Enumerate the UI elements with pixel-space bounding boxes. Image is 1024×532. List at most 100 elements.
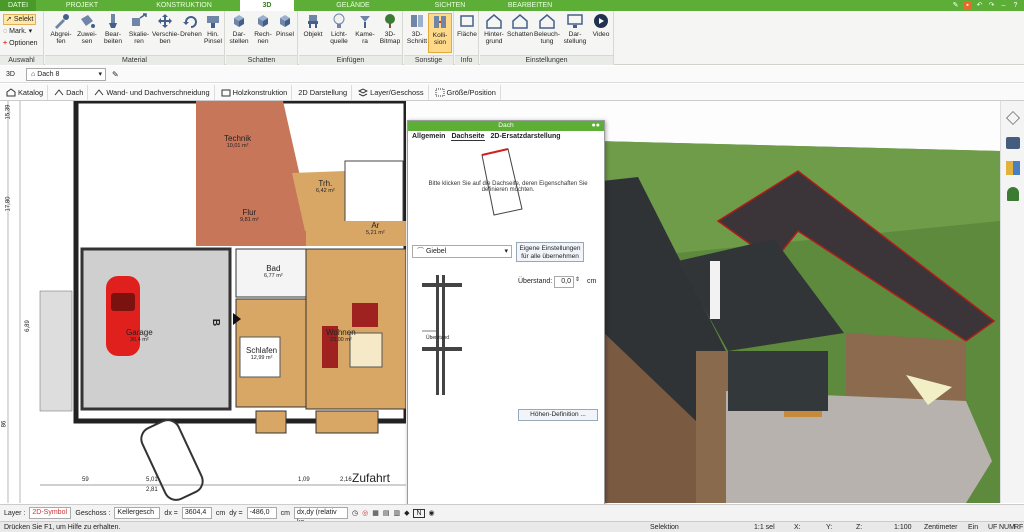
scale-icon (132, 13, 147, 26)
group-info: Fläche Info (455, 11, 479, 65)
tree-icon (385, 14, 395, 28)
material-edit-button[interactable]: Bear- beiten (100, 13, 126, 53)
material-move-button[interactable]: Verschie- ben (152, 13, 180, 53)
layer-select[interactable]: 2D-Symbol (29, 507, 72, 519)
palette-icon[interactable] (1006, 161, 1020, 175)
redo-icon[interactable]: ↷ (987, 2, 996, 10)
chair-icon[interactable] (1006, 137, 1020, 149)
shadow-brush-button[interactable]: Pinsel (274, 13, 296, 53)
tab-bearbeiten[interactable]: BEARBEITEN (488, 0, 572, 11)
insert-camera-button[interactable]: Kame- ra (352, 13, 378, 53)
tab-2d-ersatz[interactable]: 2D-Ersatzdarstellung (491, 133, 561, 141)
apply-to-all-button[interactable]: Eigene Einstellungen für alle übernehmen (516, 242, 584, 262)
tab-gelaende[interactable]: GELÄNDE (294, 0, 412, 11)
size-position-button[interactable]: Größe/Position (431, 84, 501, 100)
house-bg-icon (486, 14, 502, 29)
intersection-button[interactable]: Wand- und Dachverschneidung (90, 84, 215, 100)
help-icon[interactable]: ? (1011, 2, 1020, 10)
object-select[interactable]: ⌂ Dach 8 ▾ (26, 67, 106, 81)
material-scale-button[interactable]: Skalie- ren (126, 13, 152, 53)
side-toolbar-3d (1000, 101, 1024, 503)
group-schatten: Dar- stellen Rech- nen Pinsel Schatten (226, 11, 298, 65)
dx-input[interactable]: 3604,4 (181, 507, 212, 519)
help-icon[interactable]: ◉ (429, 509, 435, 517)
pencil-icon[interactable]: ✎ (112, 70, 119, 79)
edit-icon[interactable]: ✎ (951, 2, 960, 10)
floor-select[interactable]: Kellergesch (114, 507, 161, 519)
tree-icon[interactable] (1007, 187, 1019, 201)
close-icon[interactable]: ●● (592, 121, 600, 131)
group-title-info: Info (455, 55, 478, 65)
grid-icon[interactable]: ▦ (372, 509, 379, 517)
undo-icon[interactable]: ↶ (975, 2, 984, 10)
tab-dachseite[interactable]: Dachseite (451, 133, 485, 141)
tab-3d[interactable]: 3D (240, 0, 294, 11)
dimension-label: 17,80 (5, 196, 12, 212)
material-pick-button[interactable]: Abgrei- fen (48, 13, 74, 53)
insert-object-button[interactable]: Objekt (300, 13, 326, 53)
background-button[interactable]: Hinter- grund (481, 13, 507, 53)
floor-plan-2d[interactable]: Technik 10,01 m² Flur 9,81 m² Trh. 6,42 m² … (0, 101, 420, 503)
roof-icon (54, 88, 64, 95)
section-3d-button[interactable]: 3D- Schnitt (404, 13, 430, 53)
layer-button[interactable]: Layer/Geschoss (354, 84, 429, 100)
video-button[interactable]: Video (588, 13, 614, 53)
collision-button[interactable]: Kolli- sion (428, 13, 452, 53)
floor-plan-drawing (0, 101, 409, 503)
driveway-label: Zufahrt (352, 471, 391, 485)
status-help: Drücken Sie F1, um Hilfe zu erhalten. (4, 524, 121, 531)
room-label: Bad 6,77 m² (264, 264, 283, 279)
spin-icon[interactable]: ⇕ (575, 276, 580, 283)
roof-button[interactable]: Dach (50, 84, 89, 100)
dialog-titlebar[interactable]: Dach ●● (408, 121, 604, 131)
status-scale-sel: 1:1 sel (754, 524, 775, 531)
catalog-button[interactable]: Katalog (2, 84, 49, 100)
ortho-icon[interactable]: ▤ (383, 509, 390, 517)
overhang-input[interactable]: 0,0 (554, 276, 574, 288)
display-2d-button[interactable]: 2D Darstellung (294, 84, 353, 100)
room-label: Schlafen 12,99 m² (246, 346, 278, 361)
insert-light-button[interactable]: Licht- quelle (326, 13, 352, 53)
timber-button[interactable]: Holzkonstruktion (217, 84, 293, 100)
layer-icon[interactable]: ◆ (404, 509, 409, 517)
material-assign-button[interactable]: Zuwei- sen (74, 13, 100, 53)
save-icon[interactable]: ▪ (963, 1, 972, 10)
shadow-show-button[interactable]: Dar- stellen (226, 13, 252, 53)
display-button[interactable]: Dar- stellung (562, 13, 588, 53)
group-material: Abgrei- fen Zuwei- sen Bear- beiten Skal… (45, 11, 225, 65)
pipette-icon (55, 14, 69, 29)
relative-select[interactable]: dx,dy (relativ ka (293, 507, 348, 526)
select-button[interactable]: ➚ Selekt (3, 14, 37, 25)
material-brush-button[interactable]: Hin. Pinsel (202, 13, 224, 53)
shadow-settings-button[interactable]: Schatten (507, 13, 533, 53)
catch-icon[interactable]: ▥ (393, 509, 400, 517)
insert-bitmap-button[interactable]: 3D- Bitmap (377, 13, 403, 53)
tab-konstruktion[interactable]: KONSTRUKTION (128, 0, 240, 11)
tab-allgemein[interactable]: Allgemein (412, 133, 445, 141)
options-button[interactable]: + Optionen (3, 38, 38, 49)
tab-datei[interactable]: DATEI (0, 0, 36, 11)
mark-button[interactable]: ◌ Mark. ▾ (3, 26, 32, 37)
clock-icon[interactable]: ◷ (352, 509, 358, 517)
group-title-schatten: Schatten (226, 55, 297, 65)
area-icon (460, 15, 474, 27)
north-icon[interactable]: N (413, 508, 425, 518)
minimize-icon[interactable]: – (999, 2, 1008, 10)
area-button[interactable]: Fläche (455, 13, 479, 53)
dy-input[interactable]: -486,0 (246, 507, 277, 519)
height-definition-button[interactable]: Höhen-Definition ... (518, 409, 598, 421)
side-type-select[interactable]: ⌒ Giebel ▾ (412, 245, 512, 258)
tab-projekt[interactable]: PROJEKT (36, 0, 128, 11)
group-einstellungen: Hinter- grund Schatten Beleuch- tung Dar… (480, 11, 614, 65)
coordinate-bar: Layer : 2D-Symbol Geschoss : Kellergesch… (0, 504, 1024, 526)
lighting-button[interactable]: Beleuch- tung (534, 13, 560, 53)
material-rotate-button[interactable]: Drehen (178, 13, 204, 53)
dimension-label: 15,39 (5, 104, 12, 120)
status-ein: Ein (968, 524, 979, 531)
snap-icon[interactable]: ◎ (362, 509, 368, 517)
layers-icon[interactable] (1006, 111, 1020, 125)
tab-sichten[interactable]: SICHTEN (412, 0, 488, 11)
shadow-calc-button[interactable]: Rech- nen (250, 13, 276, 53)
cube-calc-icon (258, 15, 268, 27)
cursor-icon: ➚ (6, 16, 12, 23)
